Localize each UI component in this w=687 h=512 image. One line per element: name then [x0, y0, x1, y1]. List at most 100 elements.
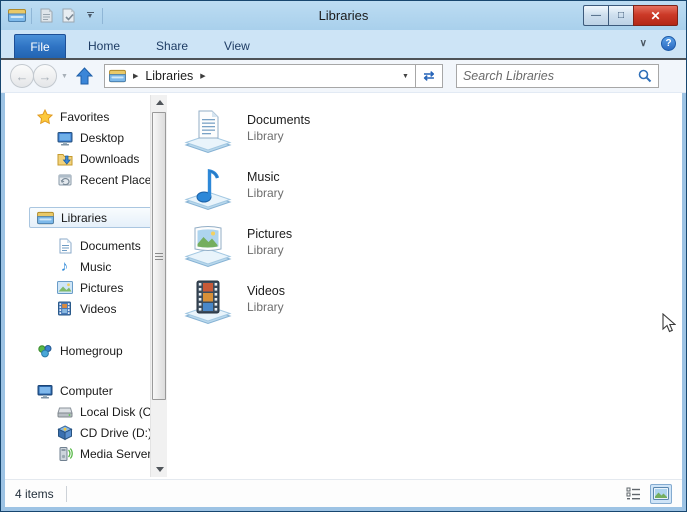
forward-icon: →: [39, 69, 52, 84]
sidebar-item-label: Libraries: [61, 211, 107, 225]
breadcrumb-arrow-icon-2[interactable]: ▶: [200, 72, 205, 80]
view-buttons: [622, 484, 672, 504]
refresh-icon: ⇄: [423, 68, 434, 84]
sidebar-item-desktop[interactable]: Desktop: [5, 127, 167, 148]
item-type: Library: [247, 242, 292, 258]
picture-icon: [56, 279, 73, 296]
ribbon-tab-row: File Home Share View ∨ ?: [1, 30, 686, 58]
downloads-icon: [56, 150, 73, 167]
sidebar-item-label: Favorites: [60, 110, 109, 124]
sidebar-item-media-servers[interactable]: Media Servers: [5, 443, 167, 464]
sidebar-item-label: Desktop: [80, 131, 124, 145]
sidebar-scrollbar[interactable]: [150, 95, 167, 477]
status-separator: [66, 486, 67, 502]
close-button[interactable]: ✕: [633, 5, 678, 26]
minimize-icon: —: [591, 10, 601, 21]
library-item-pictures[interactable]: Pictures Library: [182, 220, 682, 277]
search-input[interactable]: [463, 69, 638, 83]
library-item-videos[interactable]: Videos Library: [182, 277, 682, 334]
sidebar-item-label: Homegroup: [60, 344, 123, 358]
sidebar-item-recent-places[interactable]: Recent Places: [5, 169, 167, 190]
up-button[interactable]: [74, 66, 96, 86]
scroll-down-button[interactable]: [151, 462, 168, 477]
sidebar-item-videos[interactable]: Videos: [5, 298, 167, 319]
back-icon: ←: [16, 69, 29, 84]
sidebar-item-documents[interactable]: Documents: [5, 235, 167, 256]
item-type: Library: [247, 185, 284, 201]
tab-file[interactable]: File: [14, 34, 66, 58]
maximize-icon: □: [618, 10, 624, 21]
sidebar-item-music[interactable]: ♪ Music: [5, 256, 167, 277]
minimize-button[interactable]: —: [583, 5, 608, 26]
sidebar-item-favorites[interactable]: Favorites: [5, 106, 167, 127]
item-count: 4 items: [15, 487, 54, 501]
library-item-music[interactable]: Music Library: [182, 163, 682, 220]
close-icon: ✕: [650, 9, 660, 23]
sidebar-item-local-disk-c[interactable]: Local Disk (C:): [5, 401, 167, 422]
video-icon: [56, 300, 73, 317]
sidebar-gap: [5, 361, 167, 380]
navigation-pane: Favorites Desktop Downloads Recent Place…: [5, 93, 167, 479]
sidebar-item-label: Local Disk (C:): [80, 405, 159, 419]
sidebar-item-label: Documents: [80, 239, 141, 253]
music-note-icon: ♪: [56, 258, 73, 275]
ribbon-collapse-icon[interactable]: ∨: [640, 38, 647, 49]
explorer-window: Libraries: [0, 0, 687, 512]
sidebar-item-homegroup[interactable]: Homegroup: [5, 340, 167, 361]
details-view-button[interactable]: [622, 484, 644, 504]
sidebar-item-downloads[interactable]: Downloads: [5, 148, 167, 169]
thumbnail-view-button[interactable]: [650, 484, 672, 504]
cd-drive-icon: [56, 424, 73, 441]
address-bar-row: ← → ▼ ▶ Libraries ▶ ▼ ⇄: [1, 60, 686, 93]
tab-share[interactable]: Share: [142, 34, 202, 58]
ribbon-right-controls: ∨ ?: [640, 36, 676, 51]
sidebar-gap: [5, 319, 167, 340]
desktop-icon: [56, 129, 73, 146]
item-type: Library: [247, 299, 285, 315]
pictures-library-icon: [182, 220, 234, 268]
help-icon[interactable]: ?: [661, 36, 676, 51]
tab-home[interactable]: Home: [74, 34, 134, 58]
breadcrumb-libraries[interactable]: Libraries: [145, 69, 193, 83]
back-button[interactable]: ←: [10, 64, 34, 88]
address-dropdown-icon[interactable]: ▼: [402, 73, 409, 80]
documents-library-icon: [182, 106, 234, 154]
new-folder-icon[interactable]: [60, 7, 78, 25]
search-icon[interactable]: [638, 69, 652, 83]
qat-dropdown-chevron-icon: ▼: [87, 14, 94, 19]
sidebar-gap: [5, 228, 167, 235]
refresh-button[interactable]: ⇄: [416, 64, 443, 88]
media-server-icon: [56, 445, 73, 462]
item-name: Documents: [247, 112, 310, 128]
address-bar[interactable]: ▶ Libraries ▶ ▼: [104, 64, 416, 88]
sidebar-item-libraries[interactable]: Libraries: [29, 207, 155, 228]
tab-view[interactable]: View: [210, 34, 264, 58]
item-name: Music: [247, 169, 284, 185]
breadcrumb-arrow-icon: ▶: [133, 72, 138, 80]
sidebar-item-computer[interactable]: Computer: [5, 380, 167, 401]
sidebar-item-label: Music: [80, 260, 111, 274]
videos-library-icon: [182, 277, 234, 325]
scrollbar-thumb[interactable]: [152, 112, 166, 400]
item-type: Library: [247, 128, 310, 144]
hard-disk-icon: [56, 403, 73, 420]
window-bottom-border: [1, 507, 686, 511]
sidebar-item-label: Recent Places: [80, 173, 157, 187]
details-view-icon: [626, 487, 641, 500]
sidebar-item-cd-drive-d[interactable]: CD Drive (D:) Virt: [5, 422, 167, 443]
scroll-up-button[interactable]: [151, 95, 168, 110]
sidebar-item-label: Downloads: [80, 152, 139, 166]
forward-button[interactable]: →: [33, 64, 57, 88]
music-library-icon: [182, 163, 234, 211]
sidebar-item-pictures[interactable]: Pictures: [5, 277, 167, 298]
recent-pages-dropdown[interactable]: ▼: [61, 73, 68, 80]
chevron-down-icon: ▼: [61, 73, 68, 80]
properties-icon[interactable]: [37, 7, 55, 25]
library-item-documents[interactable]: Documents Library: [182, 106, 682, 163]
explorer-folder-icon: [8, 7, 26, 25]
qat-customize-dropdown[interactable]: ▼: [83, 12, 97, 19]
sidebar-item-label: Media Servers: [80, 447, 157, 461]
homegroup-icon: [36, 342, 53, 359]
quick-access-toolbar: ▼: [1, 7, 103, 25]
maximize-button[interactable]: □: [608, 5, 633, 26]
